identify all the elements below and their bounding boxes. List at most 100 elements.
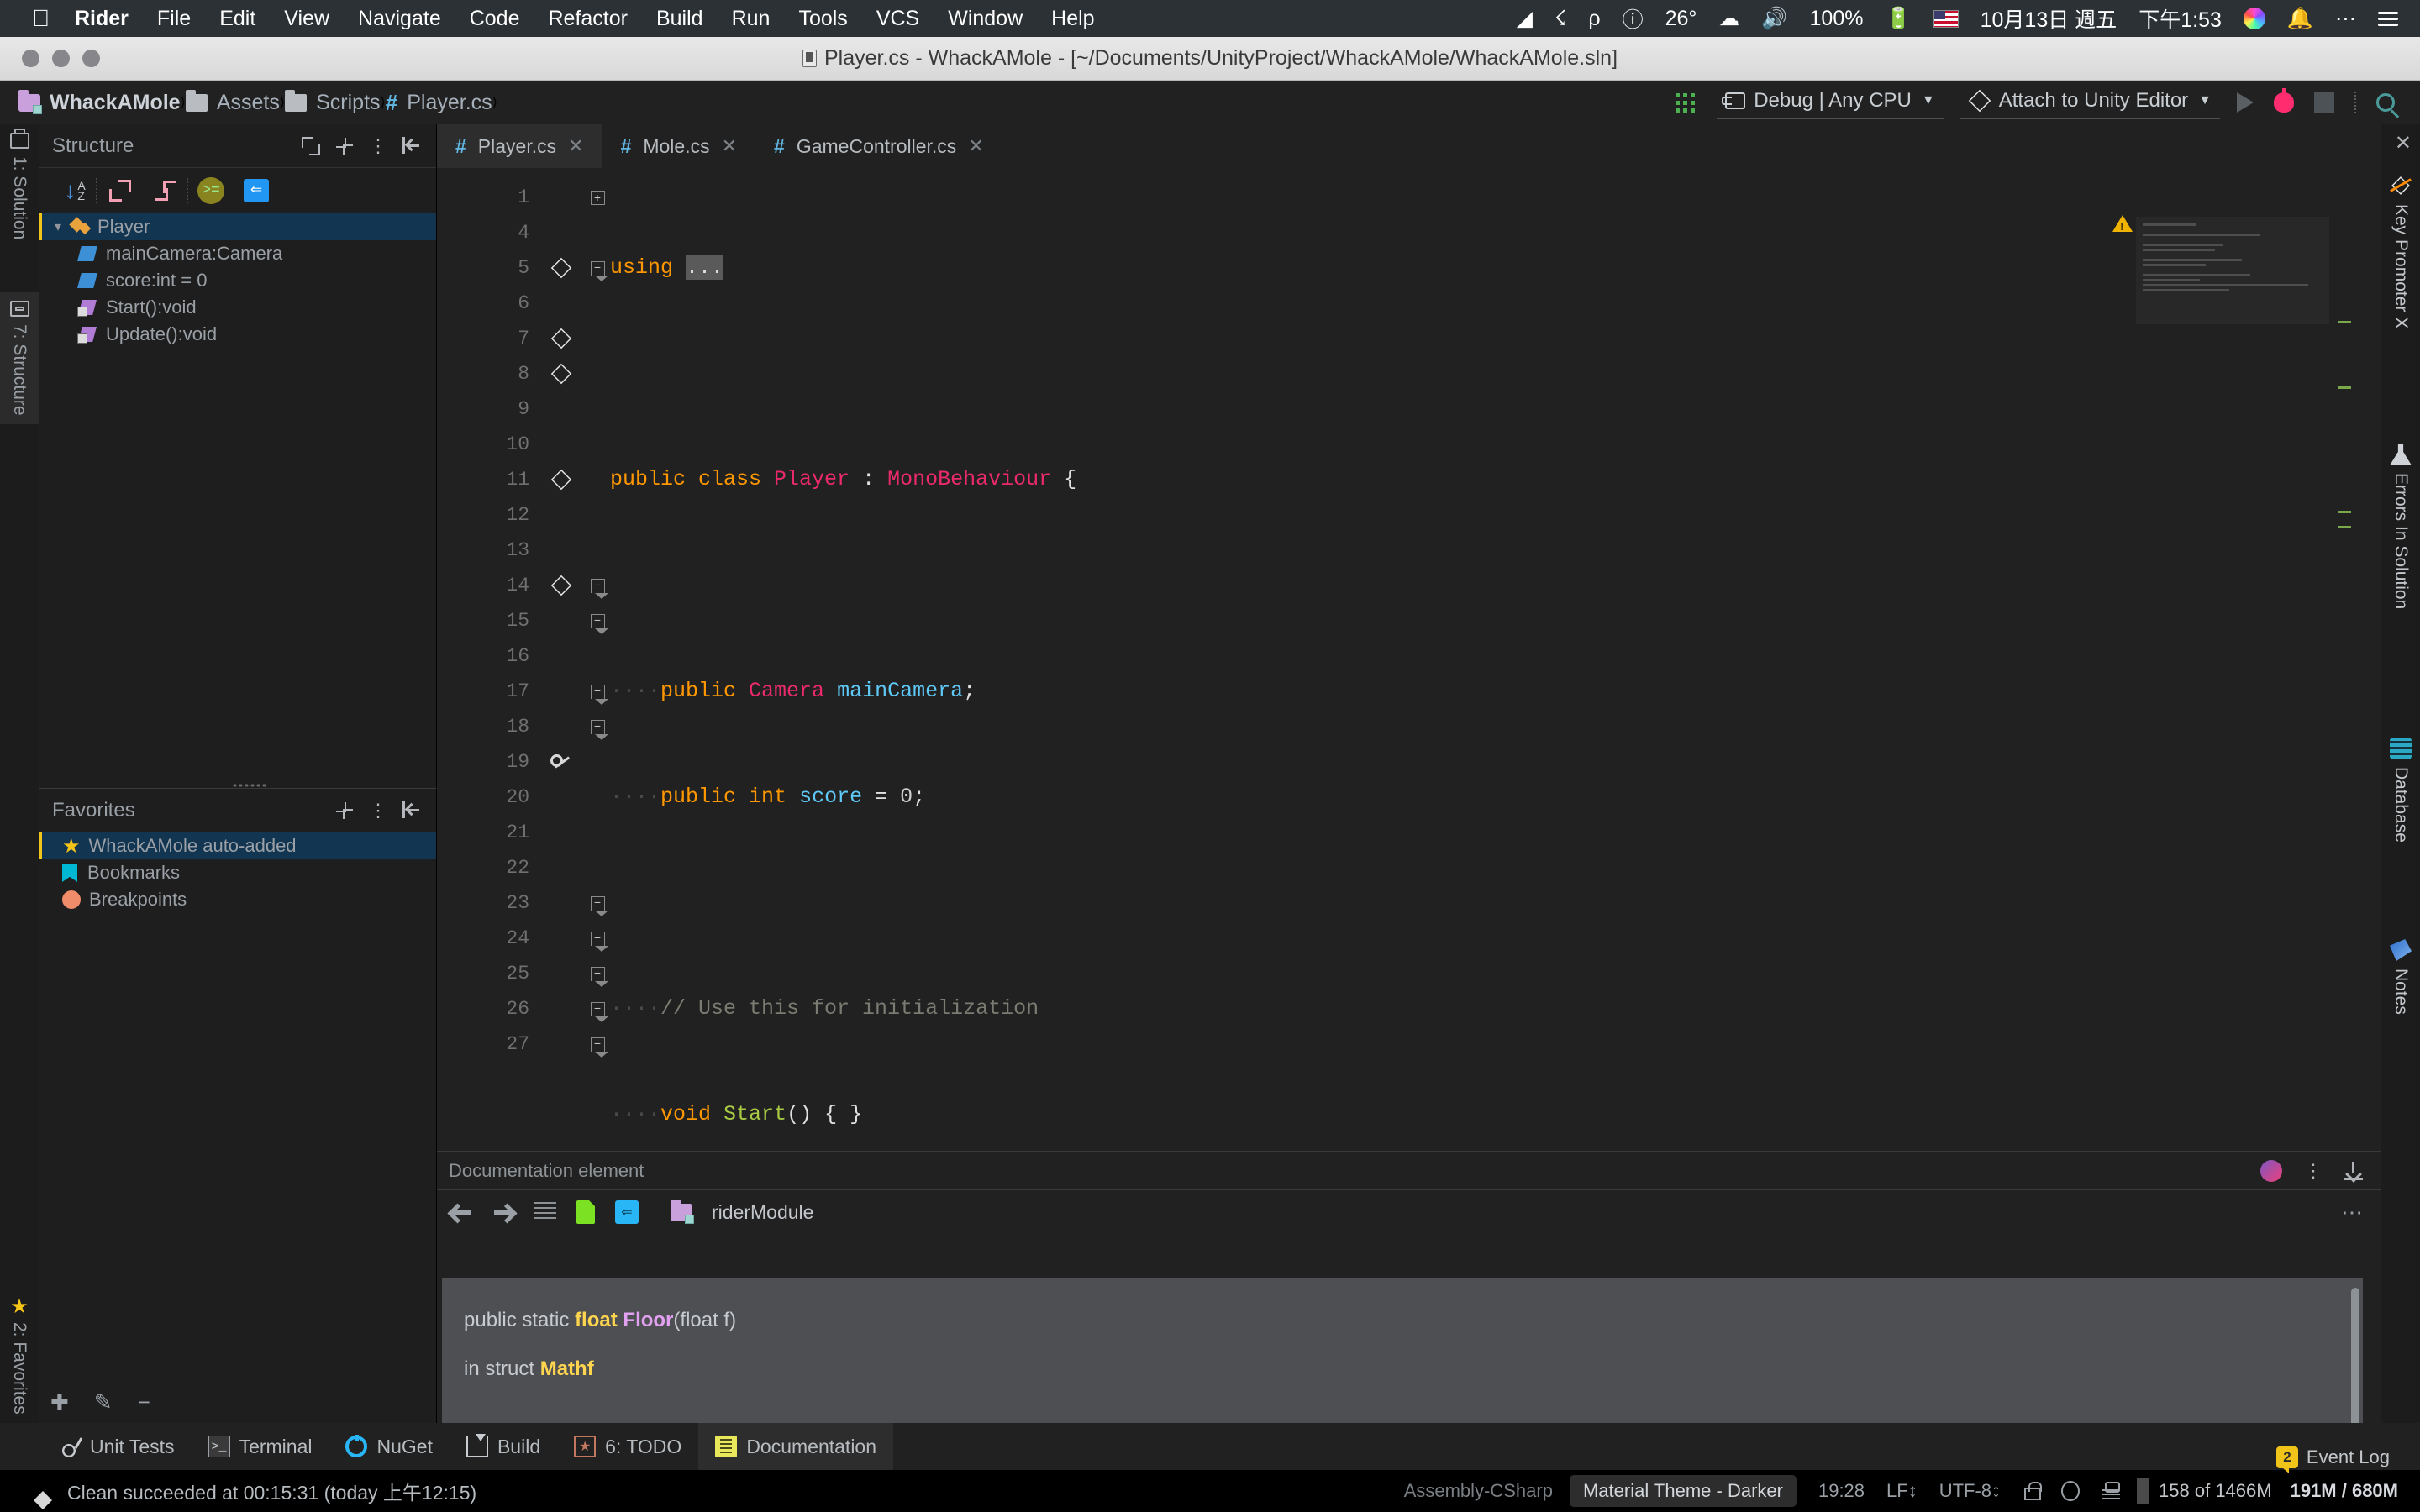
more-dots-icon[interactable]: ⋯ bbox=[2335, 6, 2356, 31]
siri-icon[interactable] bbox=[2244, 8, 2265, 29]
build-status-icon[interactable] bbox=[34, 1482, 52, 1500]
bottom-tab-documentation[interactable]: Documentation bbox=[698, 1423, 893, 1470]
history-icon[interactable] bbox=[534, 1202, 556, 1222]
documentation-scrollbar[interactable] bbox=[2351, 1288, 2360, 1423]
bottom-tab-nuget[interactable]: NuGet bbox=[329, 1423, 449, 1470]
debug-button[interactable] bbox=[2274, 92, 2294, 113]
apple-logo-icon[interactable]:  bbox=[32, 7, 50, 30]
favorites-item-breakpoints[interactable]: Breakpoints bbox=[39, 886, 436, 913]
fold-expand-icon[interactable]: + bbox=[591, 191, 605, 205]
run-configuration-selector[interactable]: Attach to Unity Editor ▼ bbox=[1960, 86, 2220, 119]
breadcrumb-item-file[interactable]: # Player.cs bbox=[386, 90, 492, 116]
edit-source-icon[interactable] bbox=[576, 1200, 595, 1224]
fold-collapse-icon[interactable]: − bbox=[591, 1037, 605, 1052]
edit-favorite-icon[interactable]: ✎ bbox=[94, 1389, 113, 1415]
favorites-item-project[interactable]: ★ WhackAMole auto-added bbox=[39, 832, 436, 859]
fold-collapse-icon[interactable]: − bbox=[591, 261, 605, 276]
tab-gamecontroller-cs[interactable]: # GameController.cs ✕ bbox=[755, 124, 1002, 168]
hide-panel-icon[interactable] bbox=[402, 137, 421, 155]
sidebar-item-favorites[interactable]: ★ 2: Favorites bbox=[0, 1290, 39, 1423]
add-favorite-icon[interactable]: ✚ bbox=[50, 1389, 69, 1415]
structure-tree-row-start[interactable]: Start():void bbox=[39, 294, 436, 321]
unity-grid-icon[interactable] bbox=[1676, 93, 1695, 113]
sidebar-item-key-promoter[interactable]: Key Promoter X bbox=[2381, 166, 2420, 337]
sidebar-item-solution[interactable]: 1: Solution bbox=[0, 124, 39, 248]
code-editor[interactable]: 1 4 5 6 7 8 9 10 11 12 13 14 15 16 17 18… bbox=[437, 168, 2381, 1151]
forward-icon[interactable] bbox=[492, 1203, 514, 1221]
airdrop-icon[interactable]: ρ bbox=[1588, 7, 1600, 31]
collapse-all-icon[interactable] bbox=[335, 137, 354, 155]
hide-panel-icon[interactable] bbox=[402, 801, 421, 820]
breadcrumb-item-assets[interactable]: Assets bbox=[186, 91, 280, 115]
readonly-lock-icon[interactable] bbox=[2023, 1482, 2039, 1500]
info-icon[interactable]: ⓘ bbox=[1623, 3, 1644, 34]
fold-collapse-icon[interactable]: − bbox=[591, 720, 605, 734]
sort-alphabetically-button[interactable]: ↓AZ bbox=[52, 174, 97, 207]
menu-file[interactable]: File bbox=[157, 7, 191, 31]
memory-usage[interactable]: 191M / 680M bbox=[2291, 1480, 2398, 1502]
menu-rider[interactable]: Rider bbox=[75, 7, 129, 31]
menu-refactor[interactable]: Refactor bbox=[548, 7, 627, 31]
menu-tools[interactable]: Tools bbox=[798, 7, 847, 31]
unity-marker-icon[interactable] bbox=[550, 363, 572, 385]
fold-collapse-icon[interactable]: − bbox=[591, 932, 605, 946]
structure-tree-row-score[interactable]: score:int = 0 bbox=[39, 267, 436, 294]
bottom-tab-todo[interactable]: ★ 6: TODO bbox=[557, 1423, 698, 1470]
bottom-tab-unit-tests[interactable]: Unit Tests bbox=[42, 1423, 192, 1470]
structure-tree-row-maincamera[interactable]: mainCamera:Camera bbox=[39, 240, 436, 267]
caret-position[interactable]: 19:28 bbox=[1818, 1480, 1865, 1502]
sidebar-item-notes[interactable]: Notes bbox=[2381, 931, 2420, 1023]
autoscroll-icon[interactable]: ⇐ bbox=[615, 1200, 639, 1224]
input-language-flag-icon[interactable] bbox=[1933, 10, 1959, 28]
collapse-all-icon[interactable] bbox=[335, 801, 354, 820]
fold-collapse-icon[interactable]: − bbox=[591, 1002, 605, 1016]
more-options-icon[interactable]: ⋯ bbox=[2341, 1200, 2363, 1226]
panel-options-icon[interactable]: ⋮ bbox=[2304, 1163, 2323, 1179]
code-content[interactable]: using ... public class Player : MonoBeha… bbox=[610, 168, 2381, 1151]
unity-marker-icon[interactable] bbox=[550, 257, 572, 279]
favorites-item-bookmarks[interactable]: Bookmarks bbox=[39, 859, 436, 886]
documentation-module[interactable]: riderModule bbox=[671, 1201, 813, 1224]
unity-marker-icon[interactable] bbox=[550, 328, 572, 349]
code-minimap[interactable] bbox=[2136, 217, 2329, 324]
stop-button[interactable] bbox=[2314, 92, 2334, 113]
error-stripe-ruler[interactable] bbox=[2331, 212, 2381, 1151]
menu-vcs[interactable]: VCS bbox=[876, 7, 919, 31]
close-tab-icon[interactable]: ✕ bbox=[722, 135, 737, 157]
structure-tree-row-update[interactable]: Update():void bbox=[39, 321, 436, 348]
menu-navigate[interactable]: Navigate bbox=[358, 7, 441, 31]
download-icon[interactable] bbox=[2344, 1162, 2363, 1180]
control-center-icon[interactable] bbox=[2378, 12, 2398, 26]
sidebar-item-errors-in-solution[interactable]: Errors In Solution bbox=[2381, 435, 2420, 617]
notification-bell-icon[interactable]: 🔔 bbox=[2287, 7, 2313, 31]
warning-triangle-icon[interactable] bbox=[2112, 215, 2133, 232]
battery-icon[interactable]: 🔋 bbox=[1885, 7, 1911, 31]
event-log-button[interactable]: 2 Event Log bbox=[2276, 1446, 2390, 1468]
expand-all-button[interactable] bbox=[97, 174, 143, 207]
close-icon[interactable]: ✕ bbox=[2395, 131, 2412, 155]
bottom-tab-build[interactable]: Build bbox=[450, 1423, 557, 1470]
quick-fix-icon[interactable] bbox=[550, 751, 572, 773]
search-everywhere-icon[interactable] bbox=[2376, 93, 2395, 112]
remove-favorite-icon[interactable]: − bbox=[138, 1389, 150, 1415]
volume-icon[interactable]: 🔊 bbox=[1761, 7, 1787, 31]
bluetooth-icon[interactable]: ☇ bbox=[1555, 6, 1566, 31]
menu-window[interactable]: Window bbox=[948, 7, 1023, 31]
menu-build[interactable]: Build bbox=[656, 7, 703, 31]
panel-options-icon[interactable]: ⋮ bbox=[369, 138, 387, 155]
collapse-all-button[interactable] bbox=[143, 174, 188, 207]
menu-help[interactable]: Help bbox=[1051, 7, 1094, 31]
inspection-circle-icon[interactable] bbox=[2061, 1481, 2080, 1501]
tab-mole-cs[interactable]: # Mole.cs ✕ bbox=[602, 124, 755, 168]
breadcrumb-item-scripts[interactable]: Scripts bbox=[285, 91, 380, 115]
wifi-icon[interactable]: ◢ bbox=[1517, 6, 1533, 31]
power-save-hat-icon[interactable] bbox=[2102, 1481, 2120, 1501]
menu-view[interactable]: View bbox=[284, 7, 329, 31]
panel-options-icon[interactable]: ⋮ bbox=[369, 802, 387, 819]
panel-resize-handle[interactable] bbox=[232, 783, 266, 788]
build-configuration-selector[interactable]: Debug | Any CPU ▼ bbox=[1717, 86, 1944, 119]
breadcrumb-item-project[interactable]: WhackAMole bbox=[18, 91, 181, 115]
avatar-icon[interactable] bbox=[2260, 1160, 2282, 1182]
theme-name[interactable]: Material Theme - Darker bbox=[1570, 1475, 1797, 1507]
chevron-down-icon[interactable]: ▾ bbox=[47, 218, 69, 235]
